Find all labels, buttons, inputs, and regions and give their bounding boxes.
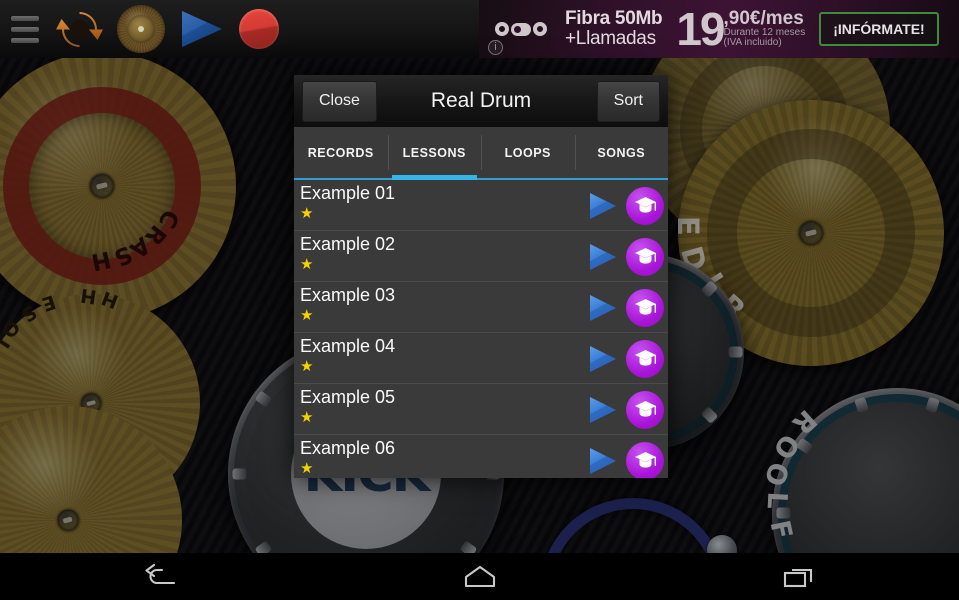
ad-price-note-2: (IVA incluido) (723, 37, 782, 49)
lesson-rating-stars: ★ (300, 205, 315, 222)
lesson-title: Example 02 (300, 234, 396, 254)
lesson-row[interactable]: Example 04 ★ (294, 333, 668, 384)
loop-refresh-icon[interactable] (56, 6, 103, 53)
close-button[interactable]: Close (302, 80, 377, 122)
open-hihat-cymbal[interactable]: OPEN HH (0, 406, 182, 553)
sort-button[interactable]: Sort (596, 80, 660, 122)
graduation-cap-icon[interactable] (626, 390, 664, 429)
lesson-row[interactable]: Example 02 ★ (294, 231, 668, 282)
ono-logo-icon (495, 22, 547, 36)
lesson-rating-stars: ★ (300, 358, 315, 375)
graduation-cap-icon[interactable] (626, 339, 664, 378)
lesson-rating-stars: ★ (300, 256, 315, 273)
tab-records[interactable]: RECORDS (294, 127, 388, 178)
lesson-title: Example 01 (300, 183, 396, 203)
lesson-rating-stars: ★ (300, 409, 315, 426)
lessons-list[interactable]: Example 01 ★ Example 02 ★ Example 03 ★ Example… (294, 180, 668, 478)
play-icon[interactable] (179, 9, 225, 49)
lesson-actions (588, 384, 664, 435)
lesson-rating-stars: ★ (300, 460, 315, 477)
play-icon[interactable] (588, 294, 618, 322)
recents-icon[interactable] (639, 564, 959, 590)
ad-info-icon[interactable]: i (488, 40, 503, 55)
tab-songs[interactable]: SONGS (574, 127, 669, 178)
lesson-actions (588, 333, 664, 384)
toolbar-icon-group (8, 0, 279, 58)
lesson-actions (588, 282, 664, 333)
ad-price-cents: ,90€/mes (723, 7, 804, 29)
android-navigation-bar (0, 553, 959, 600)
lesson-actions (588, 231, 664, 282)
lesson-title: Example 05 (300, 387, 396, 407)
lesson-rating-stars: ★ (300, 307, 315, 324)
app-toolbar: Fibra 50Mb +Llamadas 19 ,90€/mes Durante… (0, 0, 959, 58)
hamburger-menu-icon[interactable] (8, 14, 42, 44)
lesson-title: Example 06 (300, 438, 396, 458)
dialog-header: Close Real Drum Sort (294, 75, 668, 127)
lesson-row[interactable]: Example 05 ★ (294, 384, 668, 435)
ad-banner[interactable]: Fibra 50Mb +Llamadas 19 ,90€/mes Durante… (479, 0, 959, 58)
record-icon[interactable] (239, 9, 279, 49)
drum-lug (728, 346, 743, 358)
floor-label-arc: FLOOR (757, 403, 823, 542)
play-icon[interactable] (588, 345, 618, 373)
lesson-actions (588, 180, 664, 231)
graduation-cap-icon[interactable] (626, 237, 664, 276)
floor-tom[interactable]: FLOOR (757, 388, 959, 553)
tab-lessons[interactable]: LESSONS (387, 127, 482, 180)
tambourine-jingle (707, 534, 738, 553)
tab-loops[interactable]: LOOPS (481, 127, 575, 178)
tambourine[interactable] (540, 498, 738, 553)
crash-label-arc: CRASH (88, 205, 184, 275)
ad-offer-text: Fibra 50Mb +Llamadas (565, 8, 663, 49)
ad-price: 19 ,90€/mes Durante 12 meses (IVA inclui… (676, 2, 805, 55)
ad-line-2: +Llamadas (565, 28, 656, 49)
cymbal-icon[interactable] (117, 5, 165, 53)
graduation-cap-icon[interactable] (626, 288, 664, 327)
play-icon[interactable] (588, 396, 618, 424)
lesson-actions (588, 435, 664, 478)
open-hh-label-arc: OPEN HH (0, 420, 168, 553)
lesson-title: Example 03 (300, 285, 396, 305)
drum-lug (776, 507, 791, 519)
graduation-cap-icon[interactable] (626, 186, 664, 225)
crash-cymbal[interactable]: CRASH (0, 58, 236, 320)
play-icon[interactable] (588, 447, 618, 475)
dialog-tabs: RECORDS LESSONS LOOPS SONGS (294, 127, 668, 180)
lesson-title: Example 04 (300, 336, 396, 356)
ad-cta-button[interactable]: ¡INFÓRMATE! (819, 12, 939, 46)
back-icon[interactable] (0, 563, 320, 590)
graduation-cap-icon[interactable] (626, 441, 664, 478)
screen: RIDE FLOOR KICK CRASH (0, 0, 959, 600)
ad-price-integer: 19 (676, 2, 725, 55)
drum-lug (232, 468, 247, 480)
lesson-row[interactable]: Example 01 ★ (294, 180, 668, 231)
home-icon[interactable] (320, 564, 640, 590)
play-icon[interactable] (588, 192, 618, 220)
lesson-row[interactable]: Example 03 ★ (294, 282, 668, 333)
play-icon[interactable] (588, 243, 618, 271)
lesson-row[interactable]: Example 06 ★ (294, 435, 668, 478)
lessons-dialog: Close Real Drum Sort RECORDS LESSONS LOOPS… (294, 75, 668, 478)
ad-line-1: Fibra 50Mb (565, 8, 663, 30)
